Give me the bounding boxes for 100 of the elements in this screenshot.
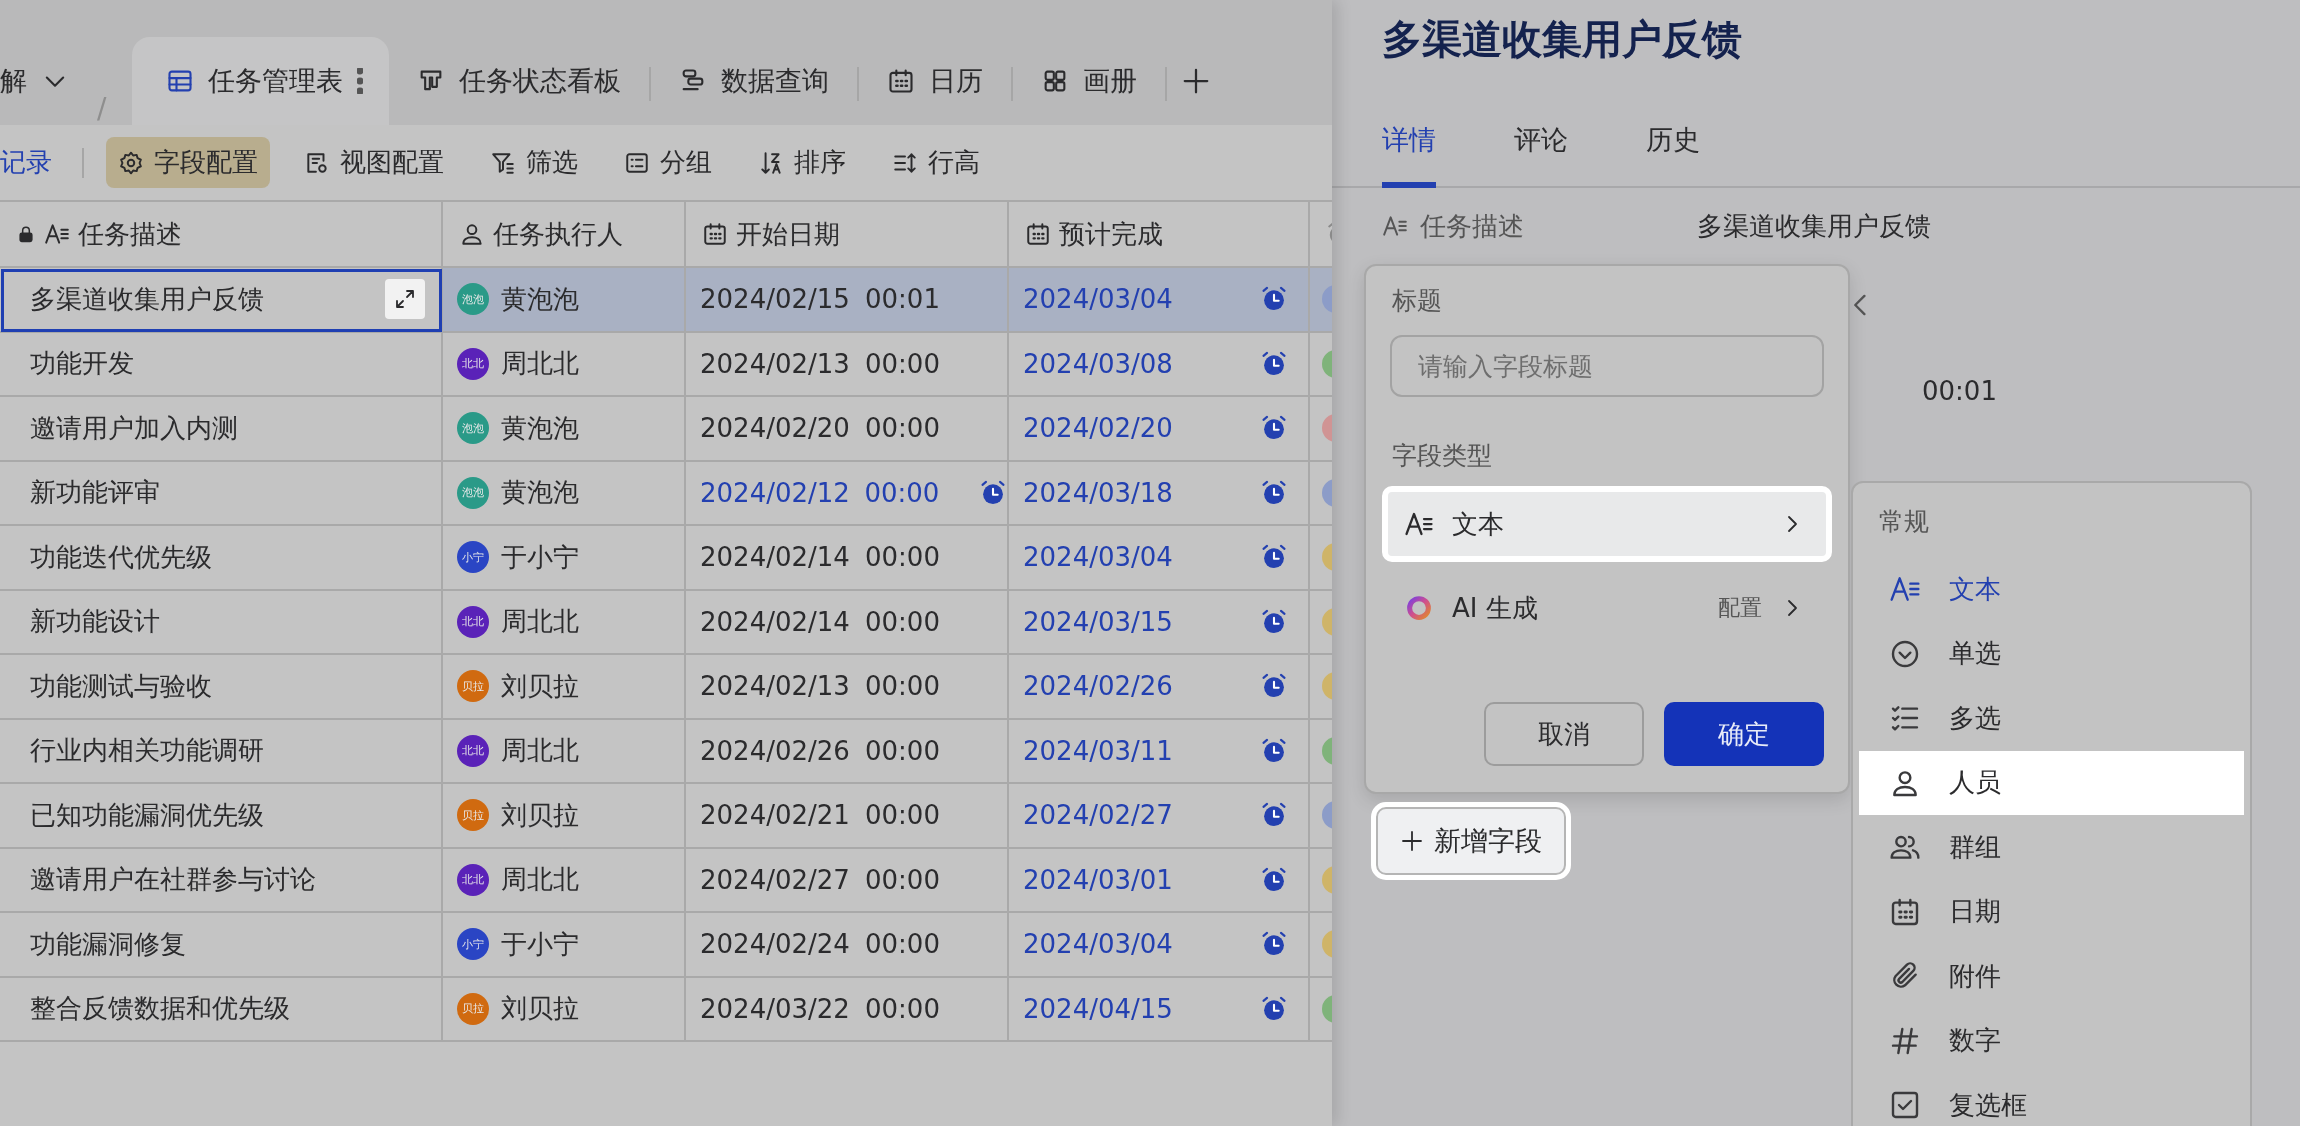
task-cell[interactable]: 功能迭代优先级 (0, 526, 443, 591)
confirm-button[interactable]: 确定 (1664, 702, 1824, 766)
field-value: 多渠道收集用户反馈 (1697, 209, 1931, 243)
toolbar-button[interactable]: 分组 (612, 137, 724, 188)
breadcrumb-separator: / (97, 92, 107, 125)
ai-ring-icon (1404, 593, 1434, 623)
task-cell[interactable]: 邀请用户在社群参与讨论 (0, 848, 443, 913)
menu-item[interactable]: 附件 (1859, 944, 2244, 1009)
alarm-icon (1260, 736, 1288, 765)
due-date: 2024/03/04 (1023, 284, 1173, 315)
breadcrumb-label[interactable]: 解 (0, 63, 27, 99)
alarm-icon (1260, 349, 1288, 378)
detail-tab[interactable]: 历史 (1646, 122, 1700, 188)
avatar: 北北 (457, 863, 489, 896)
view-tab[interactable]: 画册 (1013, 37, 1166, 125)
due-date: 2024/03/08 (1023, 348, 1173, 379)
person-icon (459, 221, 485, 247)
toolbar-button[interactable]: 筛选 (478, 137, 590, 188)
add-record-link[interactable]: 记录 (0, 137, 64, 188)
due-date: 2024/03/04 (1023, 929, 1173, 960)
view-tab[interactable]: 任务管理表 (132, 37, 390, 125)
start-date: 2024/02/24 (700, 929, 851, 960)
view-tab[interactable]: 日历 (859, 37, 1012, 125)
type-label: 字段类型 (1391, 440, 1493, 472)
task-cell[interactable]: 新功能设计 (0, 590, 443, 655)
task-cell[interactable]: 行业内相关功能调研 (0, 719, 443, 784)
toolbar-button[interactable]: 排序 (746, 137, 858, 188)
cancel-button[interactable]: 取消 (1484, 702, 1644, 766)
view-tab[interactable]: 任务状态看板 (389, 37, 650, 125)
start-time: 00:00 (865, 800, 941, 831)
task-cell[interactable]: 邀请用户加入内测 (0, 397, 443, 462)
title-input[interactable]: 请输入字段标题 (1390, 335, 1824, 397)
assignee-name: 刘贝拉 (501, 669, 579, 703)
assignee-name: 刘贝拉 (501, 992, 579, 1026)
more-icon (357, 68, 364, 94)
task-cell[interactable]: 多渠道收集用户反馈 (0, 268, 443, 333)
start-date: 2024/03/22 (700, 993, 851, 1024)
due-date: 2024/03/18 (1023, 477, 1173, 508)
text-field-icon (1382, 213, 1408, 239)
start-date: 2024/02/15 (700, 284, 851, 315)
start-date: 2024/02/20 (700, 413, 851, 444)
start-date: 2024/02/13 (700, 671, 851, 702)
menu-item[interactable]: 日期 (1859, 879, 2244, 944)
task-cell[interactable]: 整合反馈数据和优先级 (0, 977, 443, 1042)
due-date: 2024/03/04 (1023, 542, 1173, 573)
toolbar-button[interactable]: 视图配置 (292, 137, 456, 188)
start-time: 00:00 (865, 542, 941, 573)
assignee-name: 周北北 (501, 863, 579, 897)
assignee-name: 黄泡泡 (501, 411, 579, 445)
start-time: 00:00 (865, 864, 941, 895)
task-cell[interactable]: 功能测试与验收 (0, 655, 443, 720)
view-tab[interactable]: 数据查询 (651, 37, 858, 125)
task-cell[interactable]: 已知功能漏洞优先级 (0, 784, 443, 849)
task-cell[interactable]: 功能漏洞修复 (0, 913, 443, 978)
toolbar-button[interactable]: 行高 (880, 137, 992, 188)
start-date: 2024/02/27 (700, 864, 851, 895)
start-time: 00:01 (865, 284, 941, 315)
menu-item[interactable]: 群组 (1859, 815, 2244, 880)
menu-group-label: 常规 (1878, 506, 1930, 538)
due-date: 2024/03/11 (1023, 735, 1173, 766)
menu-item[interactable]: 数字 (1859, 1008, 2244, 1073)
calendar-icon (702, 221, 728, 247)
plus-icon (1400, 829, 1424, 853)
start-time: 00:00 (865, 606, 941, 637)
avatar: 贝拉 (457, 992, 489, 1025)
detail-tab[interactable]: 详情 (1382, 122, 1436, 188)
alarm-icon (1260, 478, 1288, 507)
detail-tab[interactable]: 评论 (1514, 122, 1568, 188)
avatar: 小宁 (457, 541, 489, 574)
field-type-option[interactable]: AI 生成 配置 (1382, 570, 1832, 646)
menu-item[interactable]: 复选框 (1859, 1073, 2244, 1126)
avatar: 北北 (457, 605, 489, 638)
lock-icon (16, 224, 36, 244)
menu-item[interactable]: 单选 (1859, 621, 2244, 686)
start-time: 00:00 (864, 477, 941, 508)
field-label: 任务描述 (1420, 209, 1524, 243)
due-date: 2024/03/01 (1023, 864, 1173, 895)
configure-link[interactable]: 配置 (1718, 593, 1762, 623)
text-field-icon (44, 221, 70, 247)
expand-button[interactable] (385, 279, 425, 320)
menu-item[interactable]: 文本 (1859, 557, 2244, 622)
alarm-icon (1260, 865, 1288, 894)
toolbar-button[interactable]: 字段配置 (106, 137, 270, 188)
task-cell[interactable]: 功能开发 (0, 332, 443, 397)
menu-item[interactable]: 人员 (1859, 750, 2244, 815)
avatar: 泡泡 (457, 476, 489, 509)
start-time: 00:00 (865, 929, 941, 960)
start-date: 2024/02/13 (700, 348, 851, 379)
field-type-option[interactable]: 文本 (1382, 486, 1832, 562)
start-time: 00:00 (865, 993, 941, 1024)
task-cell[interactable]: 新功能评审 (0, 461, 443, 526)
assignee-name: 于小宁 (501, 927, 579, 961)
menu-item[interactable]: 多选 (1859, 686, 2244, 751)
start-date: 2024/02/26 (700, 735, 851, 766)
assignee-name: 周北北 (501, 347, 579, 381)
title-label: 标题 (1391, 285, 1443, 317)
chevron-left-icon (1854, 294, 1867, 316)
alarm-icon (979, 478, 1007, 507)
avatar: 小宁 (457, 928, 489, 961)
due-date: 2024/04/15 (1023, 993, 1173, 1024)
